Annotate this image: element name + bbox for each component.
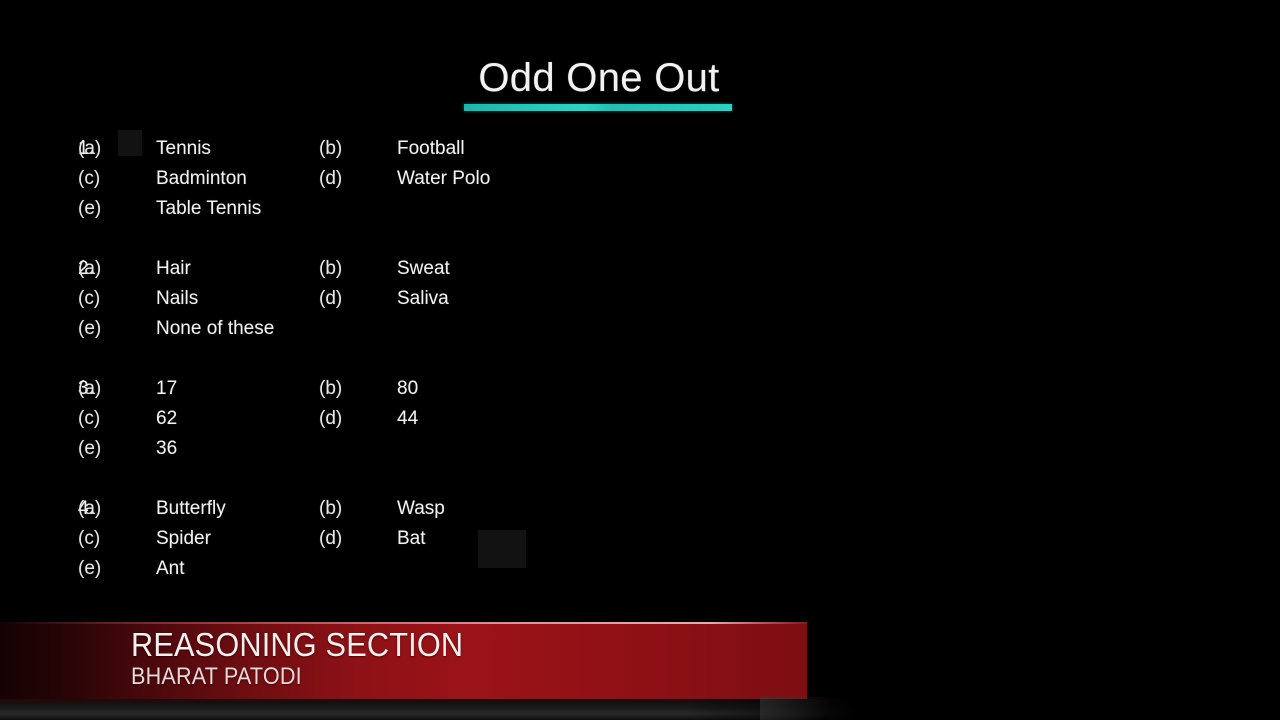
option-text[interactable]: Tennis [156, 138, 319, 160]
option-label[interactable]: (c) [78, 408, 156, 430]
option-label[interactable]: (a) [78, 498, 156, 520]
question-item: 1. (a) Tennis (b) Football (c) Badminton (d) Wat… [0, 138, 820, 228]
option-text[interactable]: 17 [156, 378, 319, 400]
option-text[interactable]: Football [397, 138, 657, 160]
page-title: Odd One Out [478, 56, 720, 100]
option-text[interactable]: Hair [156, 258, 319, 280]
banner-top-highlight [0, 622, 807, 624]
question-list: 1. (a) Tennis (b) Football (c) Badminton (d) Wat… [0, 138, 820, 588]
option-label[interactable]: (e) [78, 558, 156, 580]
option-label[interactable]: (d) [319, 408, 397, 430]
option-label[interactable]: (a) [78, 378, 156, 400]
option-text[interactable]: Bat [397, 528, 657, 550]
title-block: Odd One Out [464, 55, 734, 111]
question-option-row: (c) 62 (d) 44 [0, 408, 820, 438]
option-text[interactable]: Butterfly [156, 498, 319, 520]
question-option-row: 2. (a) Hair (b) Sweat [0, 258, 820, 288]
option-label[interactable]: (a) [78, 138, 156, 160]
banner-title: REASONING SECTION [131, 626, 464, 663]
question-option-row: 1. (a) Tennis (b) Football [0, 138, 820, 168]
option-text[interactable]: 80 [397, 378, 657, 400]
option-label[interactable]: (e) [78, 438, 156, 460]
option-label[interactable]: (a) [78, 258, 156, 280]
option-text[interactable]: Badminton [156, 168, 319, 190]
option-text[interactable]: Water Polo [397, 168, 657, 190]
banner-reflection-shadow [0, 699, 860, 720]
option-label[interactable]: (c) [78, 528, 156, 550]
question-number: 4. [78, 498, 94, 519]
banner-subtitle: BHARAT PATODI [131, 663, 302, 690]
question-option-row: 3. (a) 17 (b) 80 [0, 378, 820, 408]
banner-text-group: REASONING SECTION BHARAT PATODI [131, 627, 488, 691]
question-option-row: (e) Ant [0, 558, 820, 588]
slide-canvas: Odd One Out 1. (a) Tennis (b) Football (c) Bad… [0, 0, 1280, 720]
question-number: 2. [78, 258, 94, 279]
question-item: 2. (a) Hair (b) Sweat (c) Nails (d) Saliva (e) Non… [0, 258, 820, 348]
option-text[interactable]: Wasp [397, 498, 657, 520]
question-option-row: (e) None of these [0, 318, 820, 348]
option-text[interactable]: Nails [156, 288, 319, 310]
question-option-row: 4. (a) Butterfly (b) Wasp [0, 498, 820, 528]
question-option-row: (c) Nails (d) Saliva [0, 288, 820, 318]
banner-shadow-bevel [760, 697, 870, 720]
question-number: 1. [78, 138, 94, 159]
option-text[interactable]: 44 [397, 408, 657, 430]
question-item: 3. (a) 17 (b) 80 (c) 62 (d) 44 (e) 36 [0, 378, 820, 468]
option-text[interactable]: Saliva [397, 288, 657, 310]
question-option-row: (e) 36 [0, 438, 820, 468]
option-text[interactable]: 36 [156, 438, 319, 460]
option-text[interactable]: None of these [156, 318, 319, 340]
option-label[interactable]: (e) [78, 318, 156, 340]
question-option-row: (c) Spider (d) Bat [0, 528, 820, 558]
option-label[interactable]: (d) [319, 288, 397, 310]
option-label[interactable]: (c) [78, 168, 156, 190]
option-label[interactable]: (b) [319, 498, 397, 520]
option-text[interactable]: Table Tennis [156, 198, 319, 220]
lower-third-banner: REASONING SECTION BHARAT PATODI [0, 622, 807, 699]
option-label[interactable]: (d) [319, 168, 397, 190]
option-text[interactable]: Ant [156, 558, 319, 580]
question-number: 3. [78, 378, 94, 399]
question-option-row: (c) Badminton (d) Water Polo [0, 168, 820, 198]
option-label[interactable]: (b) [319, 258, 397, 280]
title-underline-accent [464, 104, 732, 111]
option-label[interactable]: (b) [319, 378, 397, 400]
option-label[interactable]: (c) [78, 288, 156, 310]
option-text[interactable]: Spider [156, 528, 319, 550]
question-item: 4. (a) Butterfly (b) Wasp (c) Spider (d) Bat (e) A… [0, 498, 820, 588]
option-text[interactable]: 62 [156, 408, 319, 430]
option-label[interactable]: (e) [78, 198, 156, 220]
option-label[interactable]: (b) [319, 138, 397, 160]
option-label[interactable]: (d) [319, 528, 397, 550]
option-text[interactable]: Sweat [397, 258, 657, 280]
question-option-row: (e) Table Tennis [0, 198, 820, 228]
